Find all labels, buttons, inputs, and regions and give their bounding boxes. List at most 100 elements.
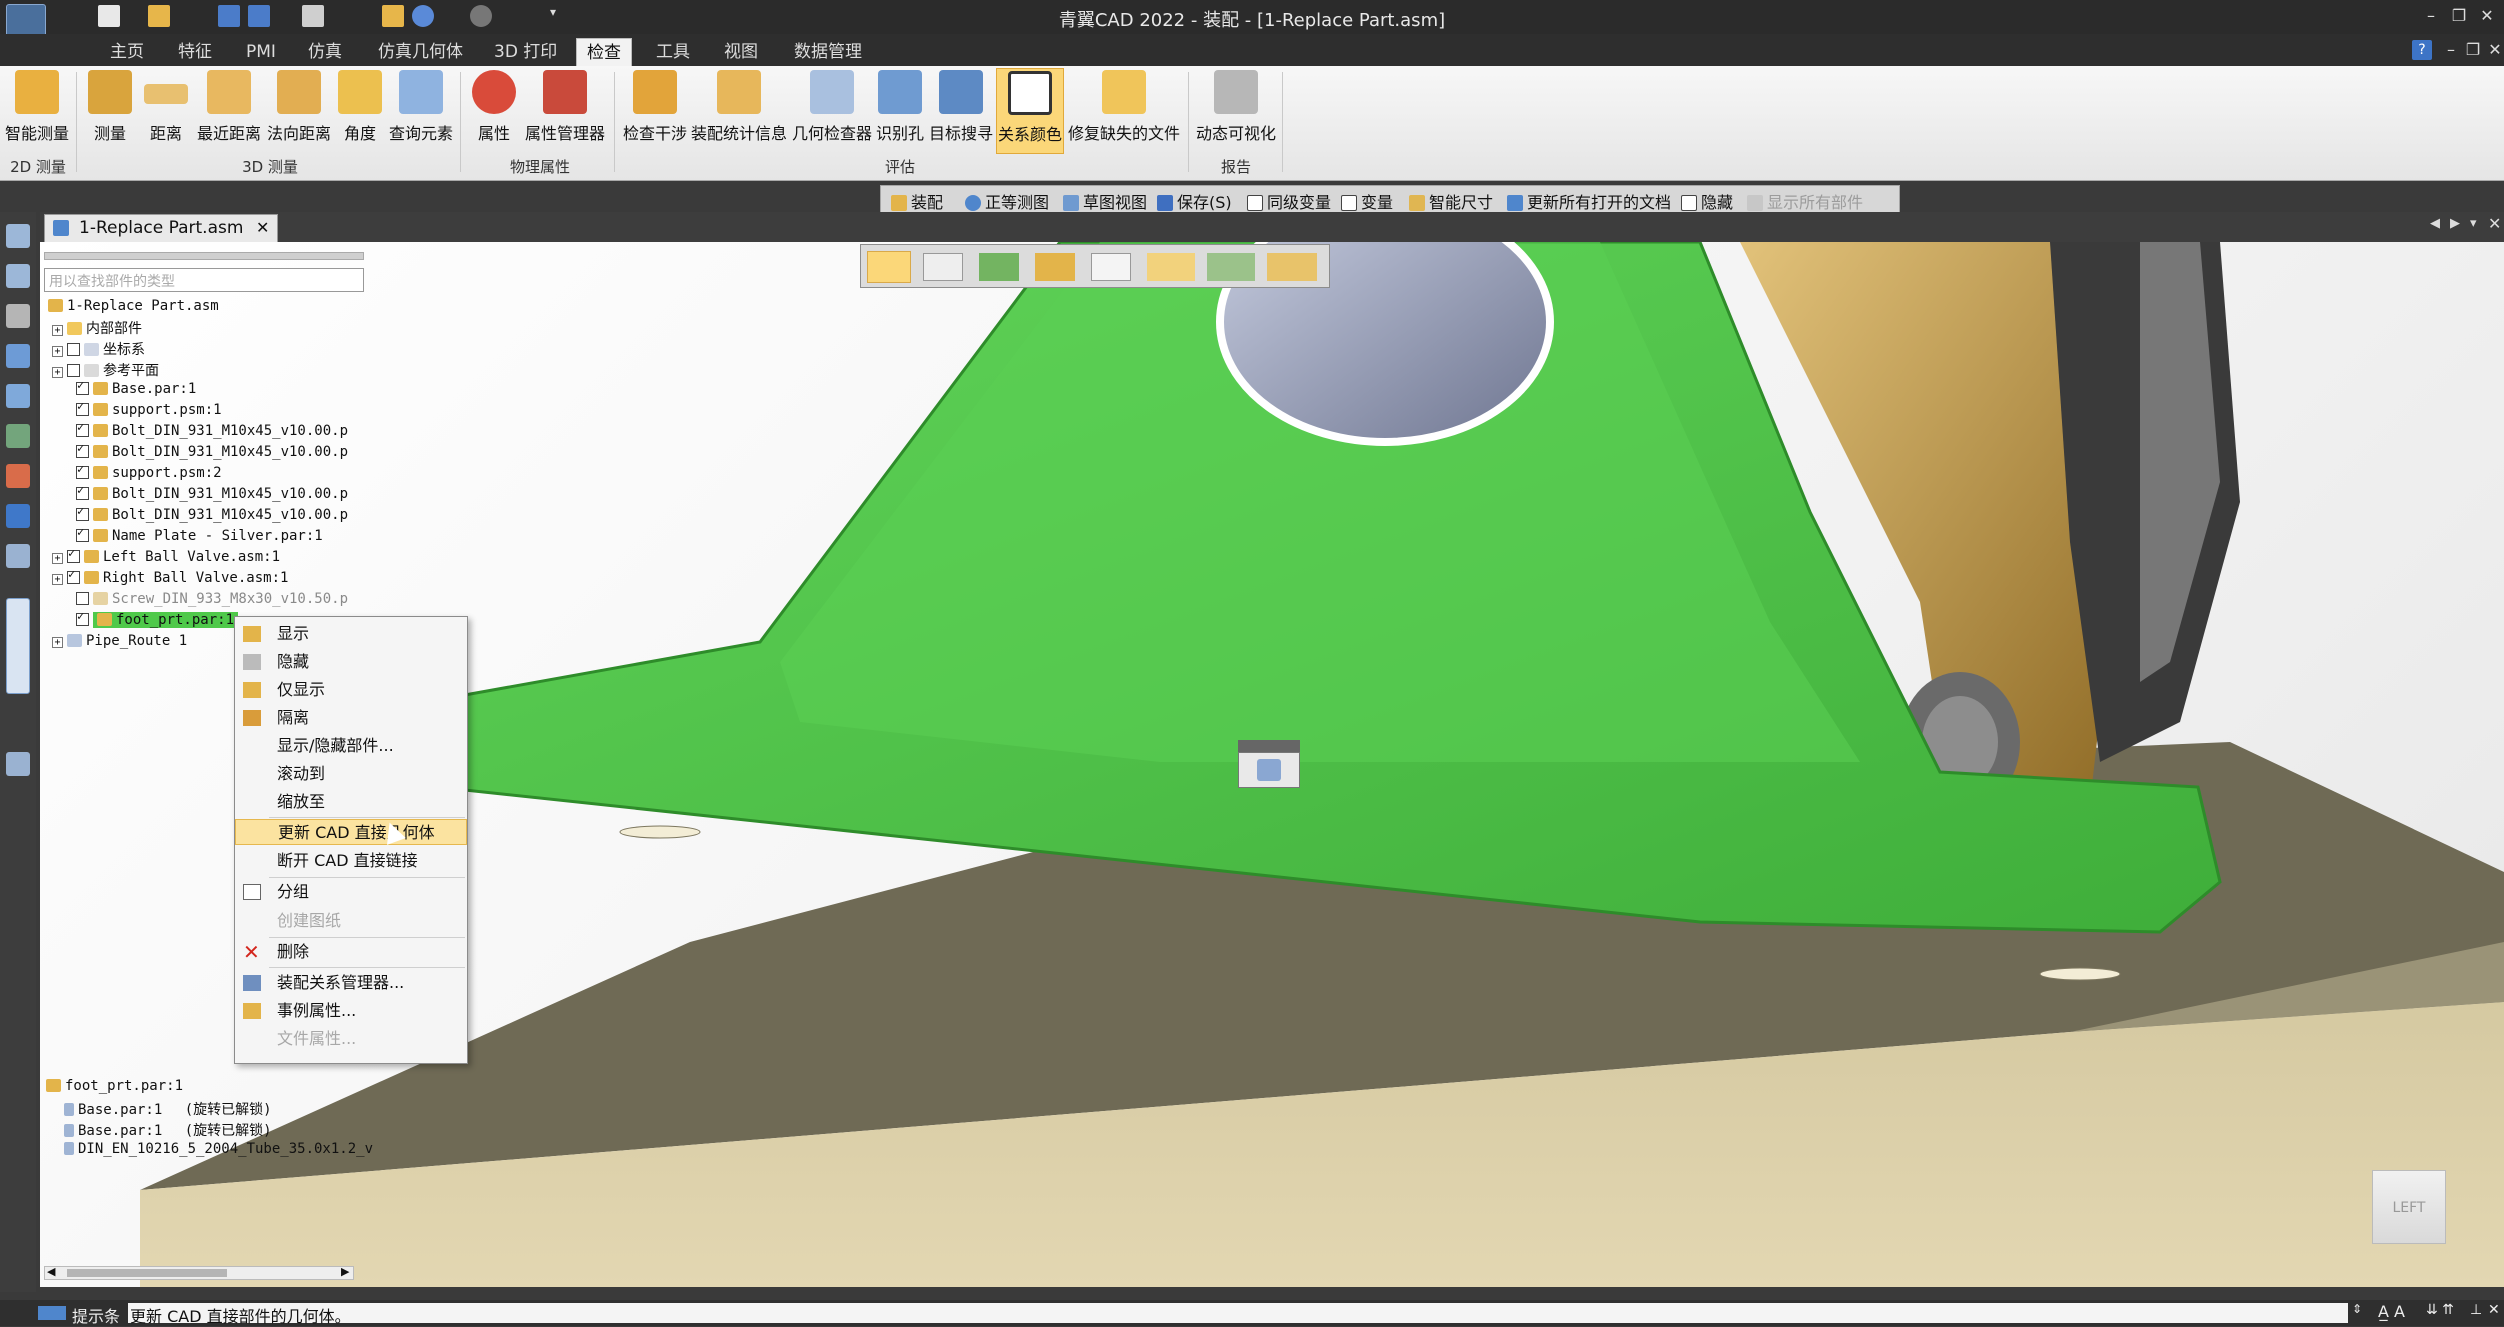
visibility-checkbox[interactable] [76,378,89,395]
tab-view[interactable]: 视图 [714,38,768,66]
menu-item-assembly-relationship-manager[interactable]: 装配关系管理器... [235,970,467,996]
help-tab-icon[interactable] [6,504,30,528]
visibility-checkbox[interactable] [67,343,80,356]
close-tab-icon[interactable]: ✕ [256,215,269,241]
tree-part-selected[interactable]: foot_prt.par:1 [76,609,239,632]
menu-item-scroll-to[interactable]: 滚动到 [235,761,467,787]
tab-inspect[interactable]: 检查 [576,38,632,66]
tab-simulation-geometry[interactable]: 仿真几何体 [368,38,473,66]
menu-item-group[interactable]: 分组 [235,879,467,905]
menu-item-show-only[interactable]: 仅显示 [235,677,467,703]
menu-item-show-hide-parts[interactable]: 显示/隐藏部件... [235,733,467,759]
menu-item-break-cad-direct-link[interactable]: 断开 CAD 直接链接 [235,848,467,874]
cmd-save[interactable]: 保存(S) [1157,189,1232,213]
scroll-left-icon[interactable]: ◀ [47,1265,55,1278]
visibility-checkbox[interactable] [76,609,89,626]
minimum-distance-button[interactable]: 最近距离 [194,70,264,144]
assembly-statistics-button[interactable]: 装配统计信息 [690,70,788,144]
target-search-button[interactable]: 目标搜寻 [926,70,996,144]
tab-data-management[interactable]: 数据管理 [784,38,872,66]
status-close-icon[interactable]: ✕ [2488,1302,2500,1318]
cmd-show-all-parts[interactable]: 显示所有部件 [1747,189,1863,213]
menu-item-isolate[interactable]: 隔离 [235,705,467,731]
more-tabs-icon[interactable] [6,752,30,776]
cmd-smart-dimension[interactable]: 智能尺寸 [1409,189,1493,213]
minimize-icon[interactable]: – [2418,4,2444,28]
dynamic-visualization-button[interactable]: 动态可视化 [1194,70,1278,144]
menu-item-hide[interactable]: 隐藏 [235,649,467,675]
visibility-checkbox[interactable] [76,504,89,521]
menu-item-show[interactable]: 显示 [235,621,467,647]
tree-part[interactable]: Name Plate - Silver.par:1 [76,525,323,548]
property-manager-button[interactable]: 属性管理器 [522,70,608,144]
visibility-checkbox[interactable] [76,525,89,542]
visibility-checkbox[interactable] [76,592,89,605]
expand-icon[interactable]: + [52,553,63,564]
status-scroll-icon[interactable]: ⇕ [2352,1302,2362,1316]
tab-home[interactable]: 主页 [100,38,154,66]
query-element-button[interactable]: 查询元素 [386,70,456,144]
recognize-holes-button[interactable]: 识别孔 [874,70,926,144]
select-tool-button[interactable] [867,251,911,283]
tree-internal-parts[interactable]: + 内部部件 [52,318,142,338]
status-font-size-icon[interactable]: A̲ A [2378,1302,2405,1321]
check-interference-button[interactable]: 检查干涉 [620,70,690,144]
expand-icon[interactable]: + [52,325,63,336]
tab-tools[interactable]: 工具 [646,38,700,66]
cmd-update-all-open-docs[interactable]: 更新所有打开的文档 [1507,189,1671,213]
document-tab[interactable]: 1-Replace Part.asm ✕ [44,214,279,242]
expand-icon[interactable]: + [52,574,63,585]
pathfinder-splitter[interactable] [44,252,364,260]
tab-scroll-left-icon[interactable]: ◀ [2430,216,2440,231]
tab-list-icon[interactable]: ▾ [2470,216,2477,231]
tree-root[interactable]: 1-Replace Part.asm [48,298,219,318]
pattern-dropdown-button[interactable] [1207,253,1255,281]
pathfinder-tab-icon[interactable] [6,224,30,248]
distance-button[interactable]: 距离 [140,70,192,144]
relations-title[interactable]: foot_prt.par:1 [46,1078,183,1098]
menu-item-delete[interactable]: ✕ 删除 [235,939,467,965]
appearance-tab-icon[interactable] [6,464,30,488]
visibility-checkbox[interactable] [67,567,80,584]
features-tab-icon[interactable] [6,384,30,408]
properties-button[interactable]: 属性 [468,70,520,144]
relation-item[interactable]: Base.par:1 (旋转已解锁) [64,1099,272,1119]
cmd-assembly[interactable]: 装配 [891,189,943,213]
tab-scroll-right-icon[interactable]: ▶ [2450,216,2460,231]
smart-measure-button[interactable]: 智能测量 [2,70,72,144]
status-pin-icon[interactable]: ⊥ [2470,1302,2482,1318]
list-button[interactable] [1091,253,1131,281]
tools-tab-icon[interactable] [6,304,30,328]
repair-missing-files-button[interactable]: 修复缺失的文件 [1066,70,1182,144]
measure-dropdown-button[interactable] [1147,253,1195,281]
sensors-tab-icon[interactable] [6,424,30,448]
cmd-peer-variables[interactable]: 同级变量 [1247,189,1331,213]
expand-icon[interactable]: + [52,637,63,648]
assembly-relations-dropdown-button[interactable] [1267,253,1317,281]
cmd-hide[interactable]: 隐藏 [1681,189,1733,213]
insert-part-button[interactable] [979,253,1019,281]
menu-item-file-properties[interactable]: 文件属性... [235,1026,467,1052]
tree-subassembly[interactable]: +Right Ball Valve.asm:1 [52,567,288,590]
engineering-ref-tab-icon[interactable] [6,598,30,694]
tab-3d-print[interactable]: 3D 打印 [484,38,567,66]
help-icon[interactable]: ? [2412,40,2432,60]
tree-pipe-route[interactable]: + Pipe_Route 1 [52,633,187,653]
tree-part[interactable]: Bolt_DIN_931_M10x45_v10.00.p [76,420,348,443]
tree-part-hidden[interactable]: Screw_DIN_933_M8x30_v10.50.p [76,591,348,611]
tree-part[interactable]: Base.par:1 [76,378,196,401]
tree-part[interactable]: support.psm:1 [76,399,222,422]
tab-simulation[interactable]: 仿真 [298,38,352,66]
tree-part[interactable]: Bolt_DIN_931_M10x45_v10.00.p [76,504,348,527]
quick-bar-button[interactable] [1238,752,1300,788]
cmd-isometric-view[interactable]: 正等测图 [965,189,1049,213]
cmd-variables[interactable]: 变量 [1341,189,1393,213]
quick-bar-handle[interactable] [1238,740,1300,752]
geometry-inspector-button[interactable]: 几何检查器 [790,70,874,144]
tree-coordinate-systems[interactable]: + 坐标系 [52,339,145,359]
restore-icon[interactable]: ❐ [2446,4,2472,28]
menu-item-occurrence-properties[interactable]: 事例属性... [235,998,467,1024]
relation-item[interactable]: Base.par:1 (旋转已解锁) [64,1120,272,1140]
tree-part[interactable]: support.psm:2 [76,462,222,485]
menu-item-zoom-to[interactable]: 缩放至 [235,789,467,815]
